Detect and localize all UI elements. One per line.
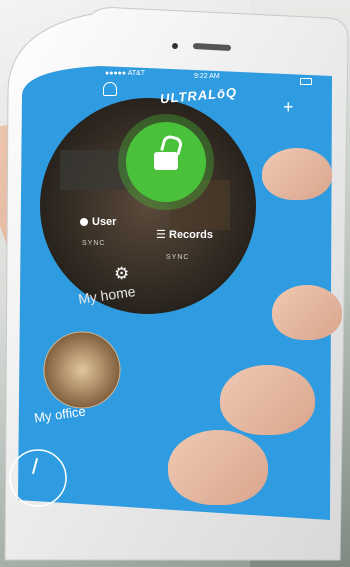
list-icon: ☰	[156, 229, 166, 241]
plus-icon[interactable]: +	[283, 98, 294, 116]
finger-4	[168, 430, 268, 505]
status-carrier: ●●●●● AT&T	[105, 70, 146, 77]
finger-1	[262, 148, 332, 200]
unlock-icon[interactable]	[154, 152, 178, 170]
gear-icon[interactable]: ⚙	[114, 264, 129, 284]
user-button[interactable]: User	[92, 216, 116, 228]
sync-left: SYNC	[82, 240, 106, 247]
finger-3	[220, 365, 315, 435]
sync-right: SYNC	[166, 254, 190, 261]
user-icon[interactable]	[103, 82, 117, 96]
status-time: 9:22 AM	[194, 73, 220, 80]
records-button[interactable]: Records	[169, 229, 213, 241]
battery-icon	[300, 78, 312, 85]
user-glyph	[80, 218, 88, 226]
finger-2	[272, 285, 342, 340]
